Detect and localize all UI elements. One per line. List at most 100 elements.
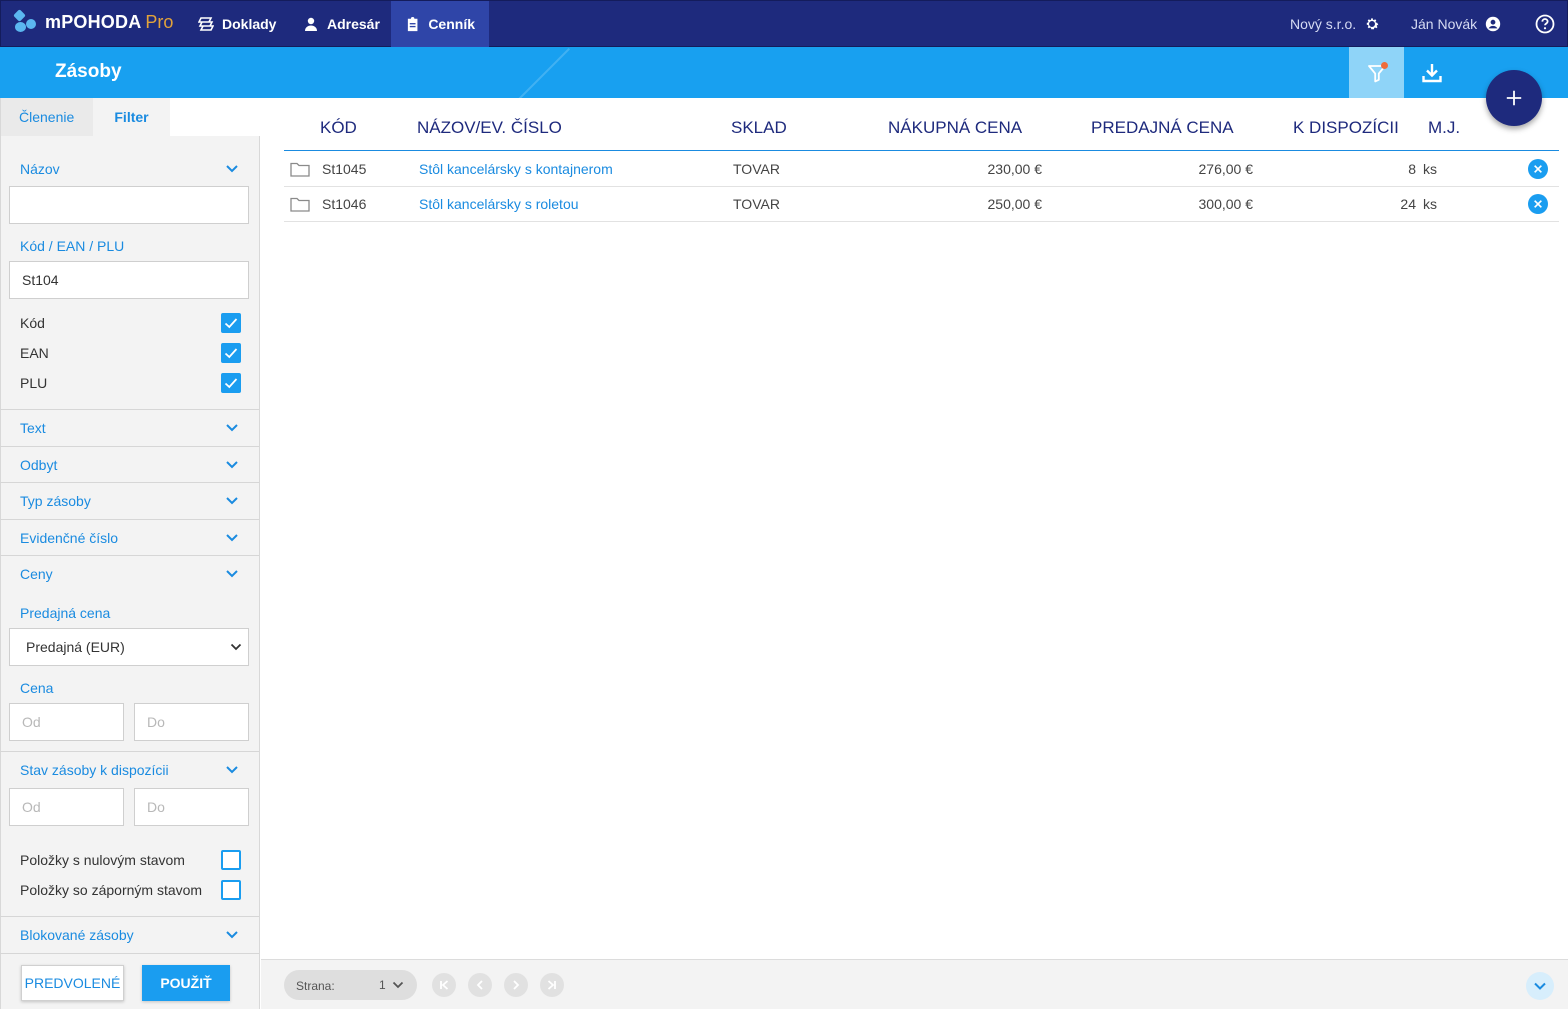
export-button[interactable]: [1404, 47, 1459, 98]
cell-available: 8: [1408, 161, 1416, 177]
name-input[interactable]: [9, 186, 249, 224]
nav-tab-adresar[interactable]: Adresár: [289, 1, 394, 47]
tab-filter[interactable]: Filter: [93, 98, 170, 136]
price-type-select[interactable]: Predajná (EUR): [9, 628, 249, 666]
nav-tab-cennik[interactable]: Cenník: [391, 1, 489, 47]
section-odbyt[interactable]: Odbyt: [0, 447, 259, 483]
brand[interactable]: mPOHODA Pro: [13, 9, 174, 33]
tab-clenenie[interactable]: Členenie: [1, 98, 93, 136]
section-stav-zasoby[interactable]: Stav zásoby k dispozícii: [0, 752, 259, 788]
cell-purchase-price: 250,00 €: [987, 196, 1043, 212]
check-icon: [224, 348, 238, 359]
code-label: Kód / EAN / PLU: [20, 238, 125, 254]
section-label: Názov: [20, 161, 60, 177]
next-page-button[interactable]: [504, 973, 528, 997]
gear-icon: [1366, 18, 1379, 30]
checkbox-label: PLU: [20, 375, 48, 391]
check-icon: [224, 318, 238, 329]
section-label: Evidenčné číslo: [20, 530, 119, 546]
checkbox-row-kod[interactable]: Kód: [20, 312, 241, 334]
page-value: 1: [379, 978, 386, 992]
cell-sale-price: 300,00 €: [1198, 196, 1254, 212]
checkbox-label: Kód: [20, 315, 45, 331]
checkbox-row-ean[interactable]: EAN: [20, 342, 241, 364]
section-typ-zasoby[interactable]: Typ zásoby: [0, 483, 259, 519]
section-divider: [0, 953, 259, 954]
brand-logo-icon: [13, 9, 37, 33]
code-input[interactable]: St104: [9, 261, 249, 299]
company-selector[interactable]: Nový s.r.o.: [1290, 1, 1380, 47]
chevron-down-icon: [392, 981, 404, 989]
expand-footer-button[interactable]: [1526, 972, 1554, 1000]
close-icon: [1534, 165, 1542, 173]
clipboard-icon: [407, 17, 418, 32]
user-menu[interactable]: Ján Novák: [1411, 1, 1501, 47]
stock-to-input[interactable]: Do: [134, 788, 249, 826]
top-navigation-bar: mPOHODA Pro Doklady Adresár Cenník Nový s…: [0, 0, 1568, 47]
chevron-down-icon: [226, 570, 238, 578]
checkbox-checked[interactable]: [221, 313, 241, 333]
cell-unit: ks: [1423, 196, 1437, 212]
checkbox-checked[interactable]: [221, 373, 241, 393]
last-page-button[interactable]: [540, 973, 564, 997]
nav-tab-label: Cenník: [428, 16, 475, 32]
first-page-button[interactable]: [432, 973, 456, 997]
chevron-down-icon: [226, 424, 238, 432]
last-page-icon: [547, 980, 556, 990]
brand-name: mPOHODA Pro: [45, 11, 174, 32]
remove-row-button[interactable]: [1528, 159, 1548, 179]
column-header-mj[interactable]: M.J.: [1428, 118, 1460, 138]
select-value: Predajná (EUR): [26, 639, 125, 655]
chevron-right-icon: [513, 980, 520, 990]
column-header-sklad[interactable]: SKLAD: [731, 118, 787, 138]
section-label: Typ zásoby: [20, 493, 91, 509]
column-header-nakupna-cena[interactable]: NÁKUPNÁ CENA: [888, 118, 1022, 138]
first-page-icon: [440, 980, 449, 990]
pagination-bar: Strana: 1: [261, 959, 1568, 1009]
cell-warehouse: TOVAR: [733, 196, 780, 212]
remove-row-button[interactable]: [1528, 194, 1548, 214]
column-header-nazov[interactable]: NÁZOV/EV. ČÍSLO: [417, 118, 562, 138]
sidebar-tabs: Členenie Filter: [1, 98, 260, 136]
checkbox-row-plu[interactable]: PLU: [20, 372, 241, 394]
nav-tab-doklady[interactable]: Doklady: [184, 1, 290, 47]
section-nazov[interactable]: Názov: [0, 151, 259, 187]
apply-filter-button[interactable]: POUŽIŤ: [142, 965, 230, 1001]
filter-toggle-button[interactable]: [1349, 47, 1404, 98]
section-label: Blokované zásoby: [20, 927, 134, 943]
checkbox-row-zero-stock[interactable]: Položky s nulovým stavom: [20, 849, 241, 871]
folder-icon: [290, 162, 310, 177]
page-selector[interactable]: Strana: 1: [284, 970, 417, 1000]
section-label: Odbyt: [20, 457, 58, 473]
column-header-k-dispozicii[interactable]: K DISPOZÍCII: [1293, 118, 1399, 138]
column-header-kod[interactable]: KÓD: [320, 118, 357, 138]
price-from-input[interactable]: Od: [9, 703, 124, 741]
cell-sale-price: 276,00 €: [1198, 161, 1254, 177]
row-divider: [284, 186, 1559, 187]
section-blokovane-zasoby[interactable]: Blokované zásoby: [0, 917, 259, 953]
reset-defaults-button[interactable]: PREDVOLENÉ: [21, 965, 124, 1001]
section-text[interactable]: Text: [0, 410, 259, 446]
stock-from-input[interactable]: Od: [9, 788, 124, 826]
price-to-input[interactable]: Do: [134, 703, 249, 741]
add-item-button[interactable]: [1486, 70, 1542, 126]
checkbox-row-negative-stock[interactable]: Položky so záporným stavom: [20, 879, 241, 901]
company-name: Nový s.r.o.: [1290, 16, 1357, 32]
previous-page-button[interactable]: [468, 973, 492, 997]
checkbox-label: EAN: [20, 345, 49, 361]
checkbox-checked[interactable]: [221, 343, 241, 363]
item-name-link[interactable]: Stôl kancelársky s kontajnerom: [419, 161, 613, 177]
chevron-down-icon: [1534, 982, 1546, 990]
section-ceny[interactable]: Ceny: [0, 556, 259, 592]
checkbox-unchecked[interactable]: [221, 880, 241, 900]
column-header-predajna-cena[interactable]: PREDAJNÁ CENA: [1091, 118, 1234, 138]
section-evidencne-cislo[interactable]: Evidenčné číslo: [0, 520, 259, 556]
price-label: Cena: [20, 680, 54, 696]
price-type-label: Predajná cena: [20, 605, 111, 621]
chevron-down-icon: [226, 931, 238, 939]
help-button[interactable]: [1535, 1, 1555, 47]
item-name-link[interactable]: Stôl kancelársky s roletou: [419, 196, 579, 212]
user-name: Ján Novák: [1411, 16, 1478, 32]
checkbox-unchecked[interactable]: [221, 850, 241, 870]
download-icon: [1421, 63, 1442, 82]
